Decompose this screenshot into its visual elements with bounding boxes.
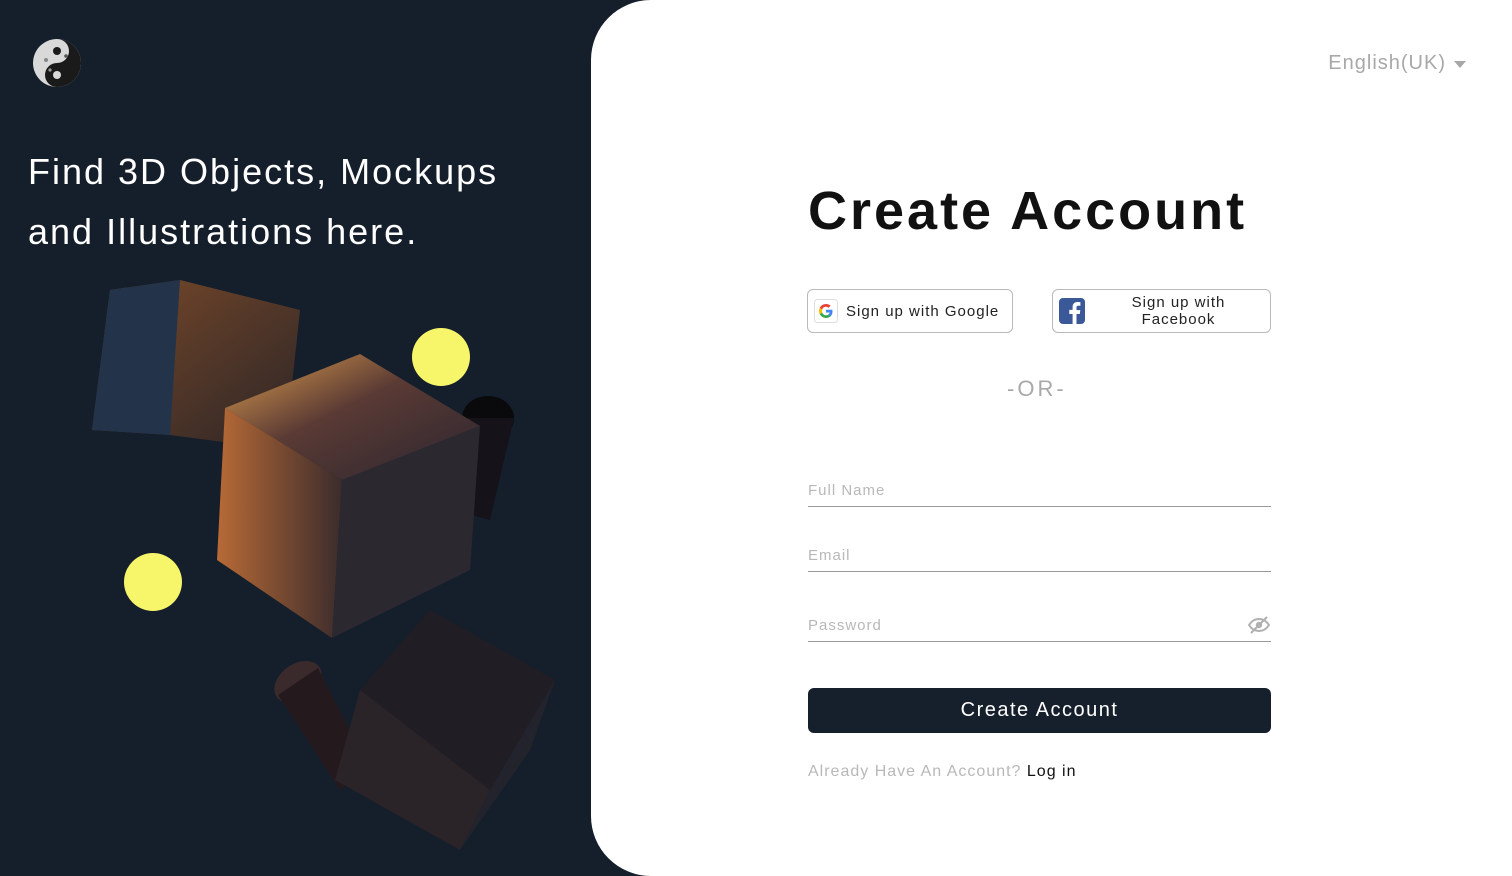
- signup-form-panel: English(UK) Create Account Sign up with …: [591, 0, 1512, 876]
- language-selector[interactable]: English(UK): [1328, 52, 1466, 75]
- facebook-signup-button[interactable]: Sign up with Facebook: [1052, 289, 1271, 333]
- facebook-icon: [1059, 298, 1085, 324]
- language-label: English(UK): [1328, 52, 1446, 74]
- signup-page: Find 3D Objects, Mockups and Illustratio…: [0, 0, 1512, 876]
- login-link[interactable]: Log in: [1027, 763, 1077, 780]
- 3d-cubes-illustration: [60, 270, 580, 870]
- password-field-wrapper: [808, 611, 1271, 642]
- google-icon: [814, 299, 838, 323]
- login-prompt-row: Already Have An Account? Log in: [808, 763, 1077, 781]
- eye-off-icon[interactable]: [1247, 613, 1271, 637]
- email-field-wrapper: [808, 541, 1271, 572]
- email-input[interactable]: [808, 541, 1271, 569]
- login-prompt-text: Already Have An Account?: [808, 763, 1022, 780]
- hero-panel: Find 3D Objects, Mockups and Illustratio…: [0, 0, 640, 876]
- password-input[interactable]: [808, 611, 1271, 639]
- full-name-field-wrapper: [808, 476, 1271, 507]
- create-account-button[interactable]: Create Account: [808, 688, 1271, 733]
- facebook-signup-label: Sign up with Facebook: [1131, 294, 1226, 328]
- hero-tagline: Find 3D Objects, Mockups and Illustratio…: [28, 142, 588, 262]
- yin-yang-icon[interactable]: [32, 38, 82, 88]
- tagline-line-2: and Illustrations here.: [28, 211, 419, 252]
- tagline-line-1: Find 3D Objects, Mockups: [28, 151, 499, 192]
- google-signup-button[interactable]: Sign up with Google: [807, 289, 1013, 333]
- page-title: Create Account: [808, 181, 1248, 241]
- or-separator: -OR-: [1007, 376, 1067, 401]
- chevron-down-icon: [1454, 61, 1466, 68]
- full-name-input[interactable]: [808, 476, 1271, 504]
- google-signup-label: Sign up with Google: [846, 302, 1000, 320]
